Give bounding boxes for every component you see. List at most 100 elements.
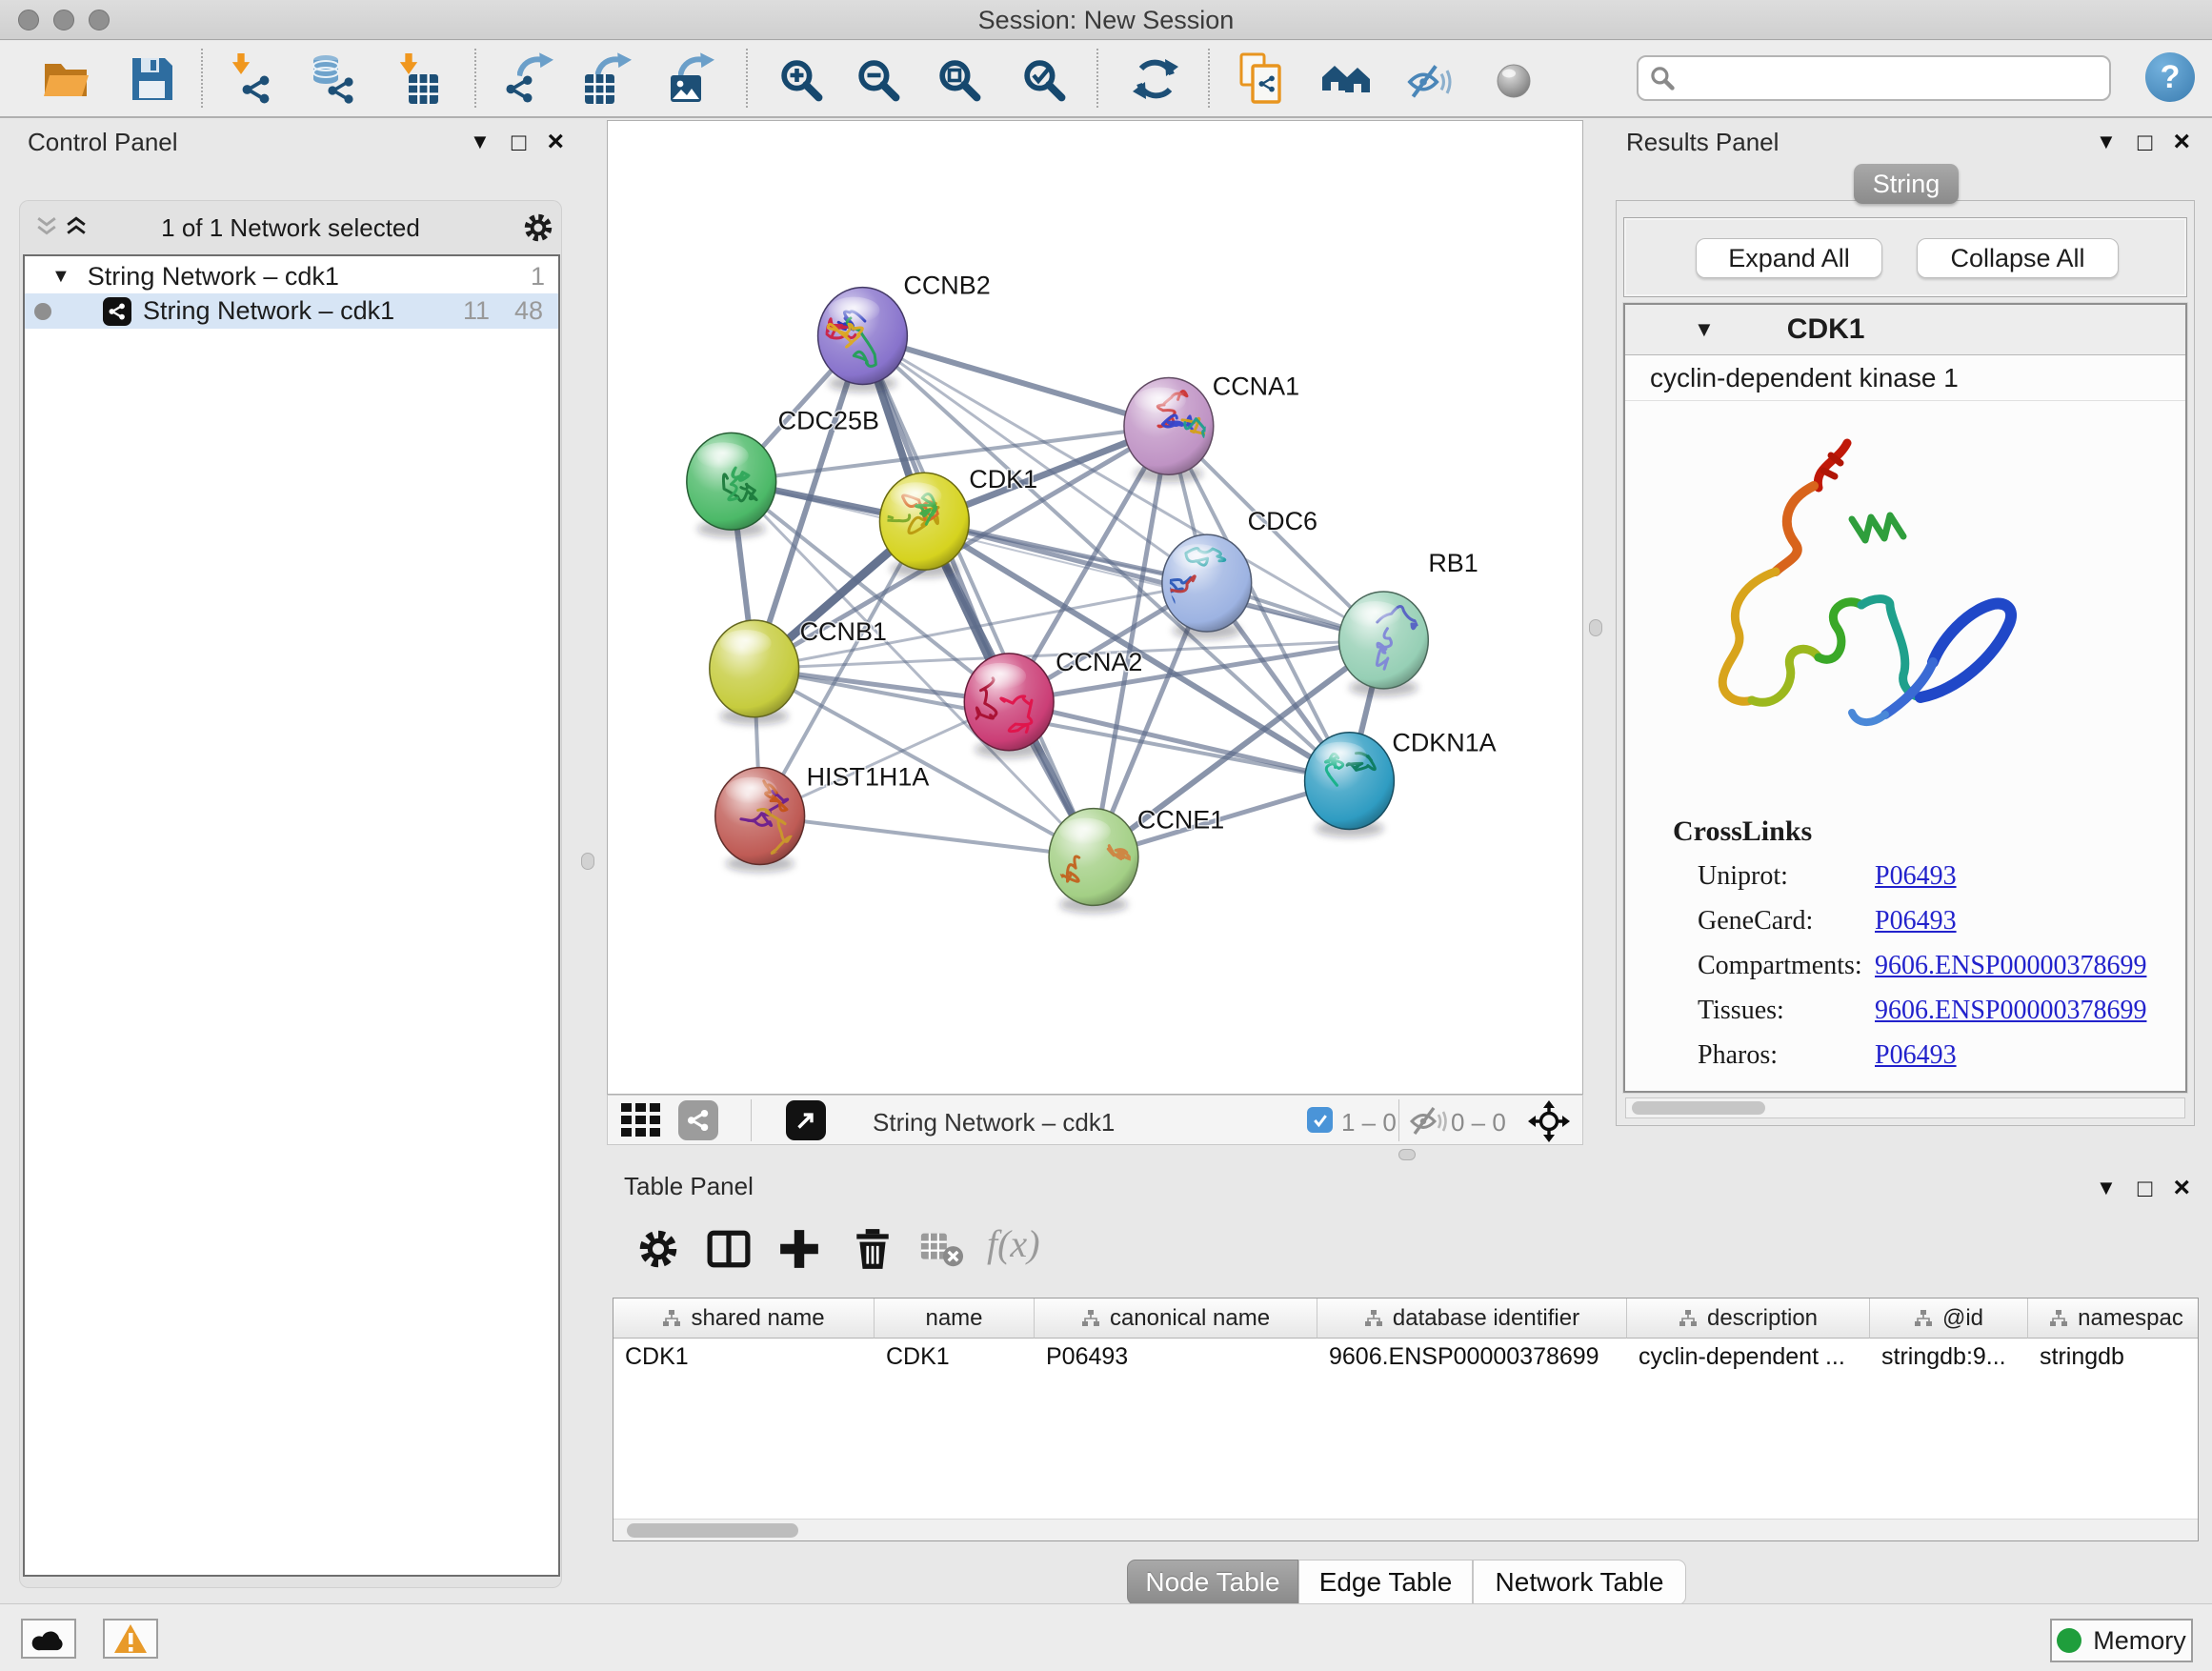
splitter-grip[interactable] <box>1398 1149 1416 1160</box>
table-cell[interactable]: stringdb <box>2028 1339 2199 1374</box>
warnings-button[interactable] <box>103 1619 158 1659</box>
edge-CCNB2-CCNA1[interactable] <box>862 336 1168 427</box>
table-cell[interactable]: stringdb:9... <box>1870 1339 2028 1374</box>
create-column-icon[interactable] <box>777 1227 821 1271</box>
zoom-in-icon[interactable] <box>774 52 827 106</box>
column-header-name[interactable]: name <box>875 1299 1035 1339</box>
import-network-file-icon[interactable] <box>223 52 276 106</box>
tab-string-results[interactable]: String <box>1854 164 1959 204</box>
zoom-out-icon[interactable] <box>851 52 904 106</box>
refresh-view-icon[interactable] <box>1129 52 1182 106</box>
maximize-panel-icon[interactable]: □ <box>512 128 527 157</box>
open-session-icon[interactable] <box>40 52 93 106</box>
results-hscrollbar[interactable] <box>1625 1097 2185 1118</box>
node-RB1[interactable]: RB1 <box>1338 549 1478 696</box>
edge-HIST1H1A-CCNE1[interactable] <box>760 816 1094 857</box>
memory-button[interactable]: Memory <box>2050 1619 2193 1662</box>
show-graphics-level-icon[interactable] <box>1487 52 1540 106</box>
import-network-database-icon[interactable] <box>305 52 358 106</box>
float-panel-icon[interactable]: ▼ <box>470 130 491 154</box>
export-table-icon[interactable] <box>580 52 633 106</box>
network-collection-row[interactable]: ▼ String Network – cdk1 1 <box>25 259 558 294</box>
node-label-CDC25B: CDC25B <box>778 406 879 434</box>
cloud-status-button[interactable] <box>21 1619 76 1659</box>
save-session-icon[interactable] <box>125 52 178 106</box>
tab-edge-table[interactable]: Edge Table <box>1298 1560 1473 1605</box>
column-header-description[interactable]: description <box>1627 1299 1870 1339</box>
close-panel-icon[interactable]: × <box>548 126 565 158</box>
column-header-database-identifier[interactable]: database identifier <box>1317 1299 1627 1339</box>
network-options-gear-icon[interactable] <box>522 211 554 244</box>
table-hscrollbar[interactable] <box>613 1519 2198 1540</box>
column-header-shared-name[interactable]: shared name <box>613 1299 875 1339</box>
tab-node-table[interactable]: Node Table <box>1127 1560 1298 1605</box>
maximize-panel-icon[interactable]: □ <box>2138 1174 2153 1203</box>
delete-column-icon[interactable] <box>851 1227 895 1271</box>
column-type-icon <box>1364 1309 1383 1328</box>
table-cell[interactable]: CDK1 <box>613 1339 875 1374</box>
import-table-icon[interactable] <box>389 52 442 106</box>
help-button[interactable]: ? <box>2145 52 2195 102</box>
scrollbar-thumb[interactable] <box>1632 1101 1765 1115</box>
splitter-grip[interactable] <box>581 853 594 870</box>
table-cell[interactable]: CDK1 <box>875 1339 1035 1374</box>
crosslink-link[interactable]: P06493 <box>1875 906 1957 936</box>
zoom-selected-icon[interactable] <box>1016 52 1070 106</box>
node-CDKN1A[interactable]: CDKN1A <box>1305 729 1497 837</box>
node-CDC6[interactable]: CDC6 <box>1152 507 1317 639</box>
close-panel-icon[interactable]: × <box>2174 126 2191 158</box>
detach-view-icon[interactable] <box>786 1100 826 1140</box>
node-CDC25B[interactable]: CDC25B <box>687 406 879 537</box>
search-input[interactable] <box>1637 55 2111 101</box>
fit-selected-crosshair-icon[interactable] <box>1527 1099 1571 1143</box>
column-header-canonical-name[interactable]: canonical name <box>1035 1299 1317 1339</box>
control-panel-window-icons: ▼ □ × <box>470 126 564 158</box>
string-network-icon <box>103 297 131 326</box>
crosslink-link[interactable]: P06493 <box>1875 1040 1957 1071</box>
node-HIST1H1A[interactable]: HIST1H1A <box>715 763 930 873</box>
table-options-gear-icon[interactable] <box>636 1227 680 1271</box>
network-row-selected[interactable]: String Network – cdk1 11 48 <box>25 293 558 329</box>
column-header--id[interactable]: @id <box>1870 1299 2028 1339</box>
float-panel-icon[interactable]: ▼ <box>2096 1176 2117 1200</box>
network-snapshot-icon[interactable] <box>1237 52 1291 106</box>
node-label-HIST1H1A: HIST1H1A <box>807 763 930 792</box>
birds-eye-view-icon[interactable] <box>621 1103 663 1137</box>
string-view-icon[interactable] <box>678 1100 718 1140</box>
hide-graphics-details-icon[interactable] <box>1402 52 1456 106</box>
tab-network-table[interactable]: Network Table <box>1473 1560 1686 1605</box>
crosslink-link[interactable]: 9606.ENSP00000378699 <box>1875 996 2146 1026</box>
table-cell[interactable]: cyclin-dependent ... <box>1627 1339 1870 1374</box>
node-CCNE1[interactable]: CCNE1 <box>1049 806 1224 914</box>
status-bar: Memory <box>0 1603 2212 1671</box>
network-canvas[interactable]: CCNB2CCNA1CDC25BCDK1CDC6RB1CCNB1CCNA2CDK… <box>607 120 1583 1095</box>
crosslinks-heading: CrossLinks <box>1673 815 1812 848</box>
delete-table-icon <box>920 1227 964 1271</box>
maximize-panel-icon[interactable]: □ <box>2138 128 2153 157</box>
table-cell[interactable]: P06493 <box>1035 1339 1317 1374</box>
column-header-namespac[interactable]: namespac <box>2028 1299 2199 1339</box>
protein-card-header[interactable]: ▼ CDK1 <box>1625 305 2185 355</box>
collapse-all-button[interactable]: Collapse All <box>1917 238 2119 278</box>
selected-checkbox-icon[interactable] <box>1307 1107 1333 1133</box>
crosslink-label: Compartments: <box>1698 951 1862 981</box>
export-network-icon[interactable] <box>502 52 555 106</box>
scrollbar-thumb[interactable] <box>627 1523 798 1538</box>
collapse-card-icon[interactable]: ▼ <box>1694 317 1715 342</box>
close-panel-icon[interactable]: × <box>2174 1172 2191 1204</box>
float-panel-icon[interactable]: ▼ <box>2096 130 2117 154</box>
zoom-fit-icon[interactable] <box>932 52 985 106</box>
table-cell[interactable]: 9606.ENSP00000378699 <box>1317 1339 1627 1374</box>
crosslink-row: Tissues:9606.ENSP00000378699 <box>1625 988 2185 1033</box>
warning-icon <box>113 1623 148 1654</box>
home-layout-icon[interactable] <box>1320 52 1374 106</box>
crosslink-link[interactable]: 9606.ENSP00000378699 <box>1875 951 2146 981</box>
expand-all-button[interactable]: Expand All <box>1696 238 1882 278</box>
show-columns-icon[interactable] <box>707 1227 751 1271</box>
node-table[interactable]: shared namenamecanonical namedatabase id… <box>613 1298 2199 1541</box>
crosslink-link[interactable]: P06493 <box>1875 861 1957 892</box>
node-CCNA1[interactable]: CCNA1 <box>1124 372 1299 482</box>
network-selection-bar: 1 of 1 Network selected <box>23 204 558 252</box>
collection-expander-icon[interactable]: ▼ <box>51 266 70 288</box>
export-image-icon[interactable] <box>663 52 716 106</box>
